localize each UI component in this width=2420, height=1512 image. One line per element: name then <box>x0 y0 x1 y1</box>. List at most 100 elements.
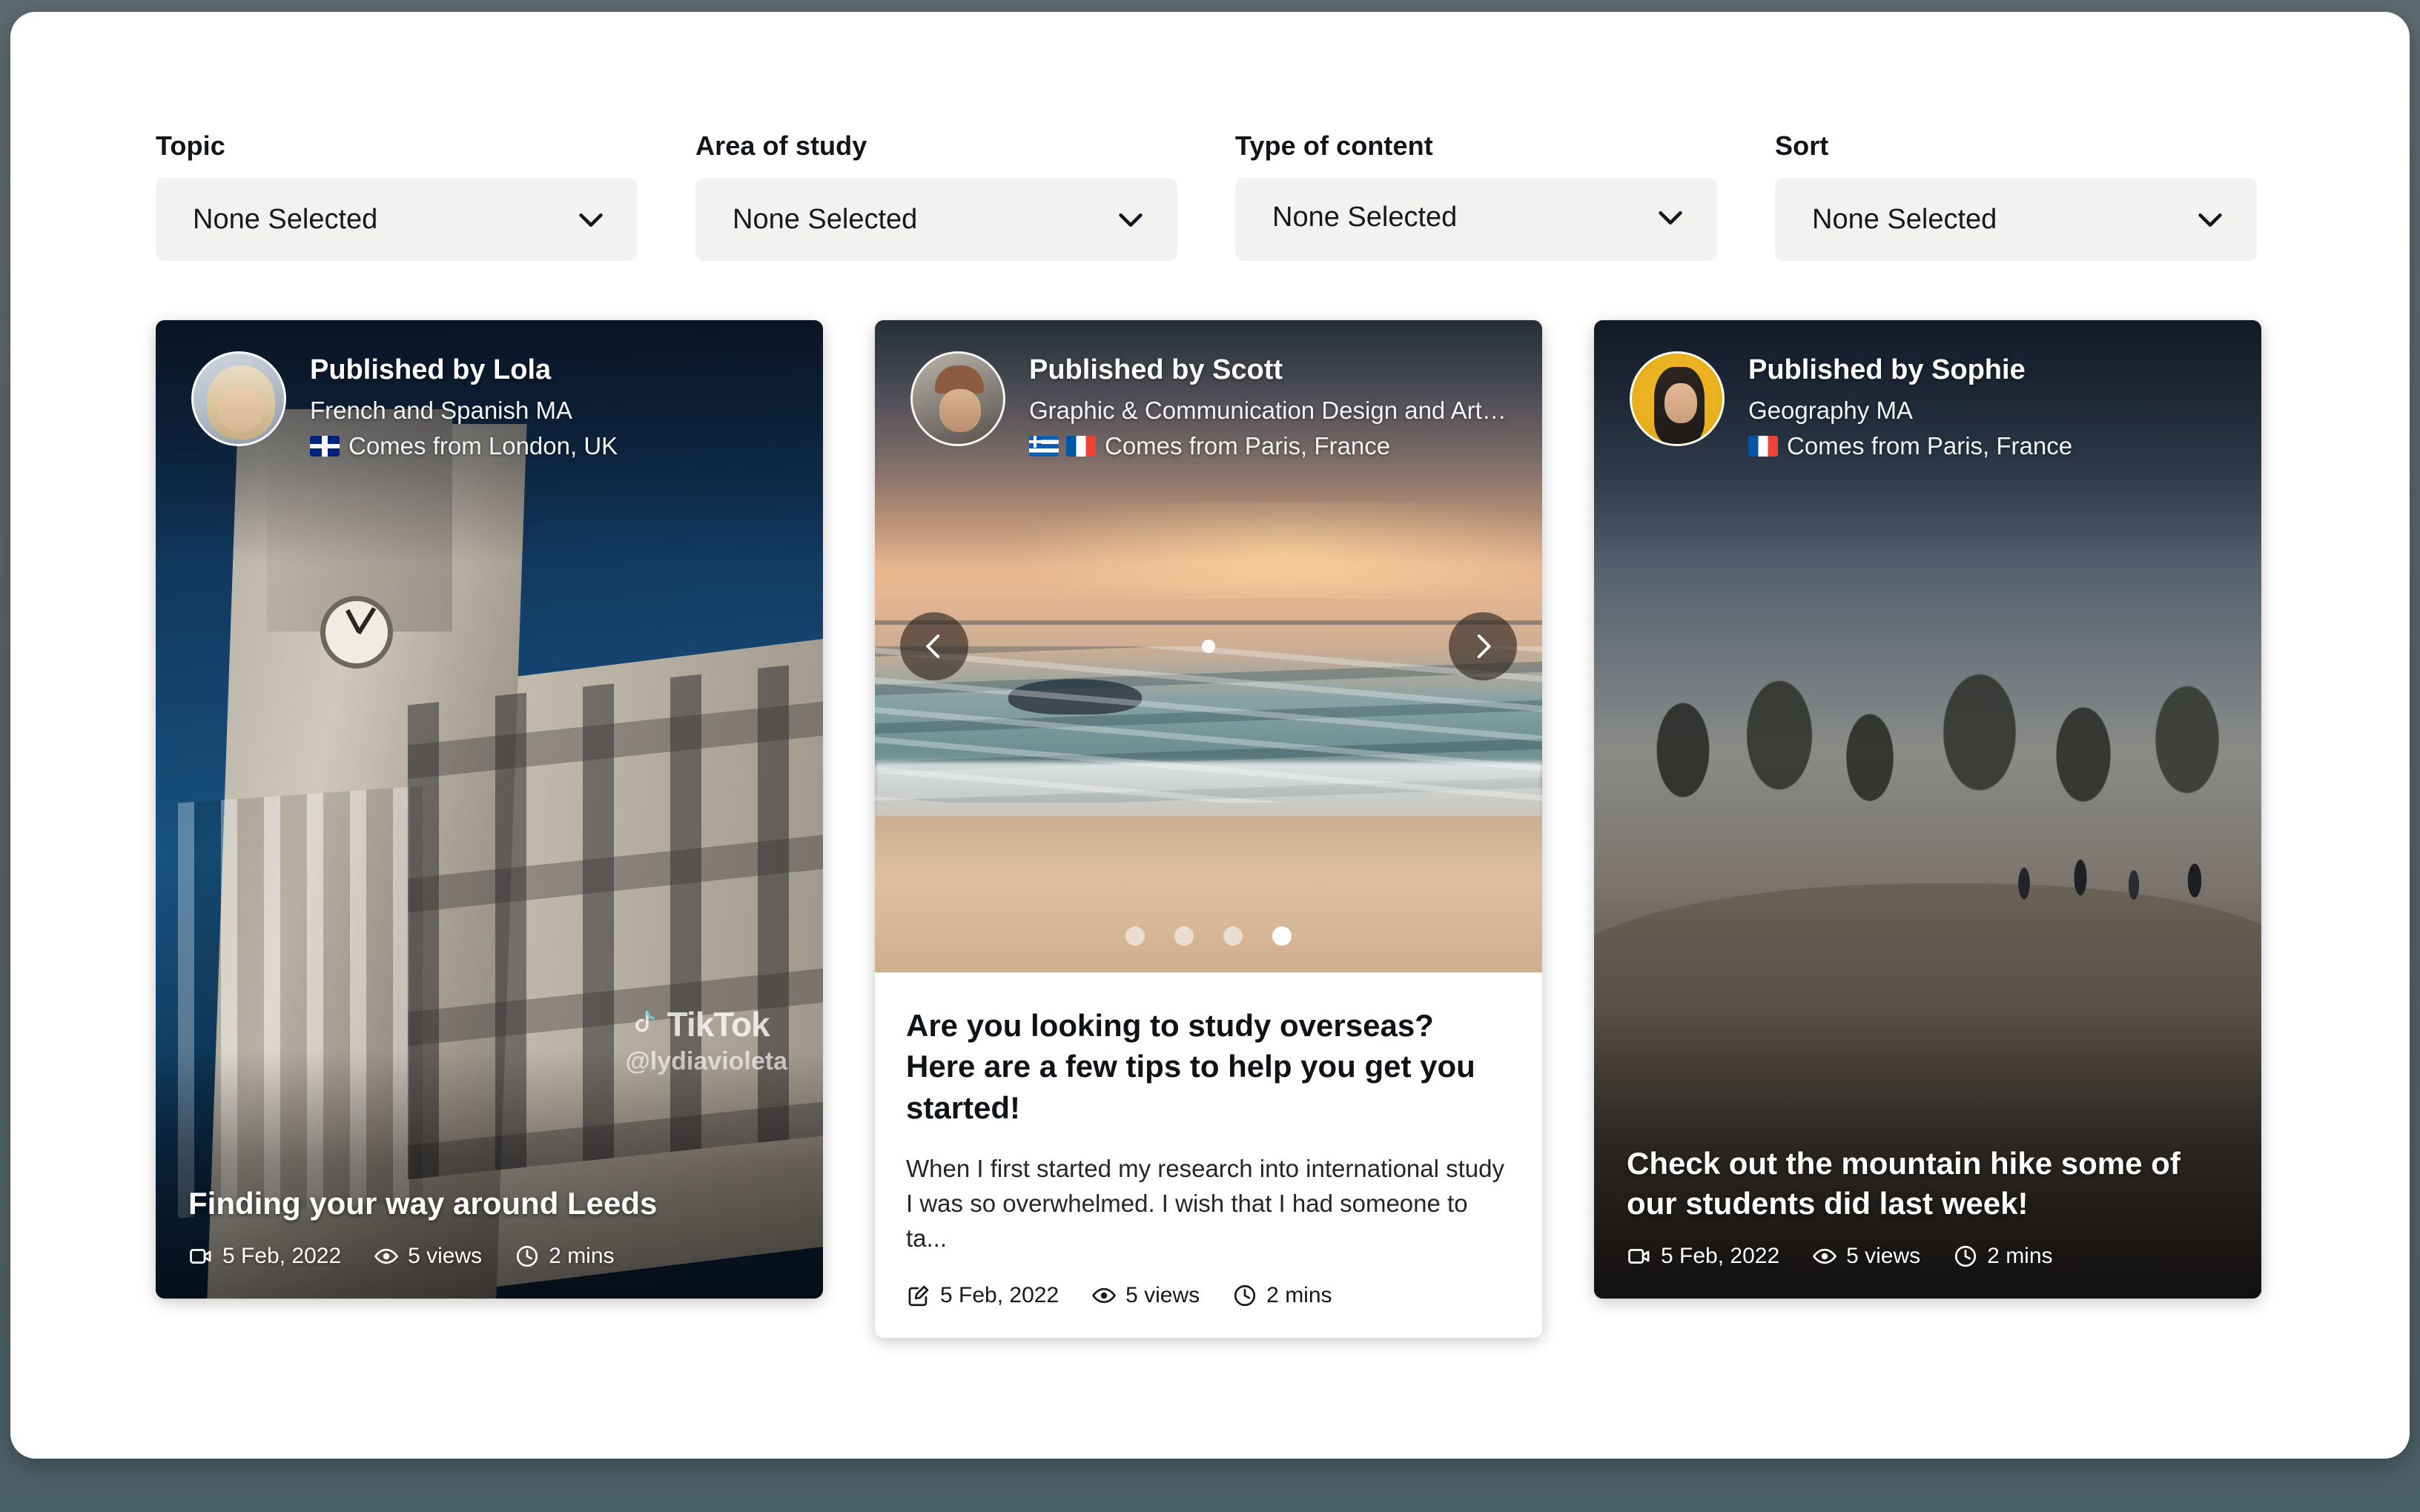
author-origin-label: Comes from London, UK <box>348 432 618 460</box>
carousel-prev-button[interactable] <box>900 612 968 680</box>
filter-topic: Topic None Selected <box>156 130 638 261</box>
published-by: Published by Lola <box>310 354 552 385</box>
card-title: Are you looking to study overseas? Here … <box>906 1008 1475 1125</box>
author-origin-label: Comes from Paris, France <box>1105 432 1391 460</box>
filter-area-of-study-label: Area of study <box>695 130 867 161</box>
author-origin: Comes from Paris, France <box>1748 432 2232 460</box>
chevron-down-icon <box>1653 200 1687 234</box>
filter-topic-value: None Selected <box>193 203 378 235</box>
content-card[interactable]: Published by Sophie Geography MA Comes f… <box>1594 320 2261 1299</box>
published-by: Published by Sophie <box>1748 354 2026 385</box>
card-author: Published by Scott Graphic & Communicati… <box>910 351 1512 460</box>
meta-date: 5 Feb, 2022 <box>906 1283 1059 1308</box>
meta-date-label: 5 Feb, 2022 <box>222 1244 342 1268</box>
carousel-next-button[interactable] <box>1449 612 1517 680</box>
carousel-dot[interactable] <box>1125 926 1145 946</box>
card-meta: 5 Feb, 2022 5 views 2 mins <box>1627 1244 2229 1269</box>
chevron-down-icon <box>1114 202 1148 236</box>
meta-duration: 2 mins <box>515 1244 615 1269</box>
author-course: French and Spanish MA <box>310 397 573 424</box>
filter-area-of-study: Area of study None Selected <box>695 130 1177 261</box>
card-title: Finding your way around Leeds <box>188 1186 658 1221</box>
avatar <box>1630 351 1725 446</box>
meta-views-label: 5 views <box>1125 1282 1200 1307</box>
card-author: Published by Lola French and Spanish MA … <box>191 351 793 460</box>
chevron-down-icon <box>574 202 608 236</box>
meta-duration: 2 mins <box>1953 1244 2053 1269</box>
carousel-dot-active[interactable] <box>1272 926 1292 946</box>
filter-sort-label: Sort <box>1775 130 1829 161</box>
chevron-left-icon <box>919 631 950 662</box>
flag-greece-icon <box>1029 436 1059 457</box>
meta-views: 5 views <box>1091 1283 1200 1308</box>
content-card-grid: Published by Lola French and Spanish MA … <box>156 320 2264 1338</box>
avatar <box>191 351 286 446</box>
carousel-dots <box>875 926 1542 946</box>
card-carousel: Published by Scott Graphic & Communicati… <box>875 320 1542 972</box>
clock-icon <box>1232 1283 1257 1308</box>
author-origin-label: Comes from Paris, France <box>1787 432 2073 460</box>
flag-france-icon <box>1066 436 1096 457</box>
meta-views-label: 5 views <box>408 1244 483 1268</box>
tiktok-brand-label: TikTok <box>667 1005 770 1044</box>
video-camera-icon <box>188 1244 214 1269</box>
avatar <box>910 351 1005 446</box>
meta-date-label: 5 Feb, 2022 <box>1661 1244 1780 1268</box>
meta-date-label: 5 Feb, 2022 <box>940 1282 1059 1307</box>
flag-list <box>310 436 340 457</box>
meta-date: 5 Feb, 2022 <box>188 1244 341 1269</box>
author-origin: Comes from Paris, France <box>1029 432 1512 460</box>
meta-date: 5 Feb, 2022 <box>1627 1244 1779 1269</box>
card-excerpt: When I first started my research into in… <box>906 1155 1505 1253</box>
card-footer: Finding your way around Leeds 5 Feb, 202… <box>156 1050 823 1299</box>
video-camera-icon <box>1627 1244 1652 1269</box>
chevron-right-icon <box>1467 631 1498 662</box>
carousel-dot[interactable] <box>1174 926 1194 946</box>
eye-icon <box>1091 1283 1117 1308</box>
author-course: Graphic & Communication Design and Art… <box>1029 397 1507 424</box>
author-origin: Comes from London, UK <box>310 432 793 460</box>
filter-sort-value: None Selected <box>1812 203 1997 235</box>
card-meta: 5 Feb, 2022 5 views 2 mins <box>188 1244 790 1269</box>
flag-list <box>1748 436 1778 457</box>
filter-topic-select[interactable]: None Selected <box>156 178 638 261</box>
meta-duration-label: 2 mins <box>1266 1282 1332 1307</box>
card-author: Published by Sophie Geography MA Comes f… <box>1630 351 2232 460</box>
meta-views: 5 views <box>374 1244 482 1269</box>
flag-france-icon <box>1748 436 1778 457</box>
flag-uk-icon <box>310 436 340 457</box>
filter-type-of-content-value: None Selected <box>1272 201 1458 233</box>
filter-area-of-study-value: None Selected <box>733 203 918 235</box>
page-content: Topic None Selected Area of study None S… <box>10 12 2410 1338</box>
edit-pencil-icon <box>906 1283 931 1308</box>
content-card[interactable]: Published by Lola French and Spanish MA … <box>156 320 823 1299</box>
published-by: Published by Scott <box>1029 354 1283 385</box>
filter-topic-label: Topic <box>156 130 225 161</box>
filter-type-of-content-label: Type of content <box>1235 130 1433 161</box>
filter-bar: Topic None Selected Area of study None S… <box>156 130 2264 261</box>
card-body: Are you looking to study overseas? Here … <box>875 972 1542 1338</box>
carousel-dot[interactable] <box>1223 926 1243 946</box>
eye-icon <box>1812 1244 1837 1269</box>
eye-icon <box>374 1244 399 1269</box>
filter-sort: Sort None Selected <box>1775 130 2257 261</box>
card-footer: Check out the mountain hike some of our … <box>1594 1009 2261 1299</box>
meta-views-label: 5 views <box>1846 1244 1921 1268</box>
clock-icon <box>1953 1244 1978 1269</box>
carousel-center-indicator <box>1202 640 1215 653</box>
author-course: Geography MA <box>1748 397 1913 424</box>
clock-icon <box>515 1244 540 1269</box>
meta-views: 5 views <box>1812 1244 1920 1269</box>
meta-duration-label: 2 mins <box>1987 1244 2053 1268</box>
meta-duration-label: 2 mins <box>549 1244 615 1268</box>
page-panel: Topic None Selected Area of study None S… <box>10 12 2410 1459</box>
content-card[interactable]: Published by Scott Graphic & Communicati… <box>875 320 1542 1338</box>
flag-list <box>1029 436 1096 457</box>
card-title: Check out the mountain hike some of our … <box>1627 1145 2181 1221</box>
filter-area-of-study-select[interactable]: None Selected <box>695 178 1177 261</box>
filter-type-of-content: Type of content None Selected <box>1235 130 1717 261</box>
filter-type-of-content-select[interactable]: None Selected <box>1235 178 1717 261</box>
chevron-down-icon <box>2193 202 2227 236</box>
filter-sort-select[interactable]: None Selected <box>1775 178 2257 261</box>
tiktok-note-icon <box>626 1007 660 1041</box>
